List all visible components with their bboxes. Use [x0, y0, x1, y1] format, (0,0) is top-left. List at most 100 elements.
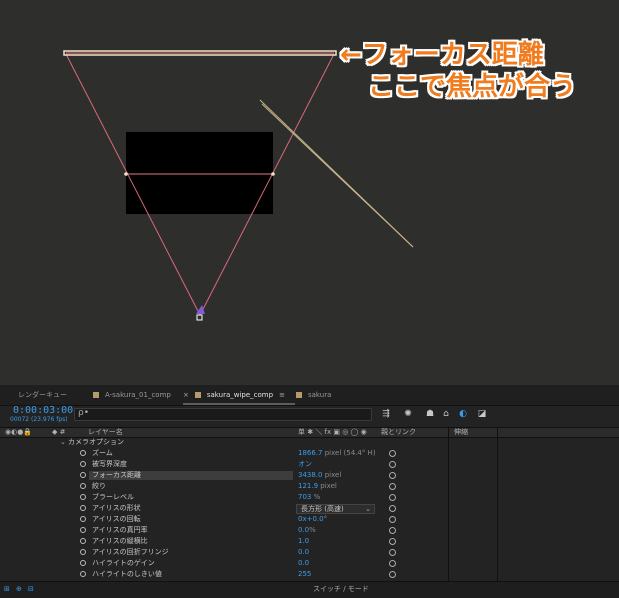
frame-blending-icon[interactable]: ⌂: [440, 408, 452, 420]
parent-link-header[interactable]: 親とリンク: [381, 428, 416, 437]
switches-icon[interactable]: ⊟: [28, 585, 34, 593]
value-unit: pixel: [322, 471, 342, 479]
stopwatch-icon[interactable]: [80, 560, 86, 566]
pickwhip-icon[interactable]: [389, 527, 396, 534]
stopwatch-icon[interactable]: [80, 516, 86, 522]
iris-shape-select[interactable]: 長方形 (高速) ⌄: [296, 504, 375, 514]
property-value[interactable]: 0.0: [298, 547, 309, 558]
property-row[interactable]: 被写界深度 オン: [0, 459, 497, 470]
column-divider: [497, 427, 498, 587]
stopwatch-icon[interactable]: [80, 571, 86, 577]
comp-options-icon[interactable]: ⊞: [4, 585, 10, 593]
tab-sakura-wipe-comp[interactable]: × sakura_wipe_comp ≡: [183, 388, 295, 405]
group-label: カメラオプション: [68, 438, 124, 446]
value-number[interactable]: 121.9: [298, 482, 318, 490]
property-row[interactable]: ハイライトのしきい値 255: [0, 569, 497, 580]
composition-viewer[interactable]: ←フォーカス距離 ここで焦点が合う: [0, 0, 619, 385]
graph-editor-icon[interactable]: ◪: [476, 408, 488, 420]
property-row[interactable]: ズーム 1866.7 pixel (54.4° H): [0, 448, 497, 459]
property-value[interactable]: 0.0%: [298, 525, 316, 536]
value-number[interactable]: 1866.7: [298, 449, 323, 457]
menu-icon[interactable]: ≡: [279, 391, 285, 399]
stopwatch-icon[interactable]: [80, 527, 86, 533]
value-number[interactable]: 0.0: [298, 559, 309, 567]
switch-mode-toggle[interactable]: スイッチ / モード: [313, 584, 369, 594]
stopwatch-icon[interactable]: [80, 472, 86, 478]
property-row[interactable]: 絞り 121.9 pixel: [0, 481, 497, 492]
camera-anchor-icon[interactable]: [196, 314, 203, 321]
tab-sakura[interactable]: sakura: [296, 388, 331, 402]
property-row[interactable]: ブラーレベル 703 %: [0, 492, 497, 503]
property-name: ハイライトのしきい値: [92, 570, 162, 578]
stretch-header[interactable]: 伸縮: [454, 428, 468, 437]
property-row[interactable]: ハイライトのゲイン 0.0: [0, 558, 497, 569]
composition-mini-flowchart-icon[interactable]: ⇶: [380, 408, 392, 420]
pickwhip-icon[interactable]: [389, 472, 396, 479]
close-icon[interactable]: ×: [183, 391, 189, 399]
current-timecode[interactable]: 0:00:03:00: [13, 405, 73, 416]
value-number[interactable]: 1.0: [298, 537, 309, 545]
property-value[interactable]: 3438.0 pixel: [298, 470, 341, 481]
property-value[interactable]: 0.0: [298, 558, 309, 569]
value-number[interactable]: オン: [298, 460, 312, 468]
property-row[interactable]: アイリスの回折フリンジ 0.0: [0, 547, 497, 558]
chevron-down-icon[interactable]: ⌄: [60, 437, 66, 448]
tab-a-sakura-01-comp[interactable]: A-sakura_01_comp: [93, 388, 171, 402]
pickwhip-icon[interactable]: [389, 494, 396, 501]
property-row[interactable]: アイリスの回転 0x+0.0°: [0, 514, 497, 525]
value-number[interactable]: 0.0: [298, 526, 309, 534]
pickwhip-icon[interactable]: [389, 461, 396, 468]
pickwhip-icon[interactable]: [389, 549, 396, 556]
property-value[interactable]: 1866.7 pixel (54.4° H): [298, 448, 376, 459]
value-number[interactable]: 703: [298, 493, 311, 501]
value-number[interactable]: 0x+0.0: [298, 515, 324, 523]
property-value[interactable]: 703 %: [298, 492, 320, 503]
value-number[interactable]: 0.0: [298, 548, 309, 556]
stopwatch-icon[interactable]: [80, 494, 86, 500]
label-icon: ◆ #: [52, 428, 66, 436]
shy-layers-icon[interactable]: ☗: [424, 408, 436, 420]
property-row[interactable]: フォーカス距離 3438.0 pixel: [0, 470, 497, 481]
motion-blur-icon[interactable]: ◐: [457, 408, 469, 420]
property-value[interactable]: オン: [298, 459, 312, 470]
property-value[interactable]: 121.9 pixel: [298, 481, 337, 492]
tab-render-queue[interactable]: レンダーキュー: [18, 388, 67, 402]
property-row[interactable]: アイリスの縦横比 1.0: [0, 536, 497, 547]
modes-icon[interactable]: ⊕: [16, 585, 22, 593]
pickwhip-icon[interactable]: [389, 571, 396, 578]
group-camera-options[interactable]: ⌄ カメラオプション: [0, 437, 497, 448]
layer-search-input[interactable]: ρ•: [74, 408, 372, 421]
stopwatch-icon[interactable]: [80, 450, 86, 456]
stopwatch-icon[interactable]: [80, 538, 86, 544]
property-value[interactable]: 1.0: [298, 536, 309, 547]
stopwatch-icon[interactable]: [80, 483, 86, 489]
property-name: ブラーレベル: [92, 493, 134, 501]
value-number[interactable]: 255: [298, 570, 311, 578]
property-name: アイリスの真円率: [92, 526, 148, 534]
pickwhip-icon[interactable]: [389, 538, 396, 545]
property-name: 被写界深度: [92, 460, 127, 468]
stopwatch-icon[interactable]: [80, 461, 86, 467]
pickwhip-icon[interactable]: [389, 516, 396, 523]
frame-rate: 00072 (23.976 fps): [10, 416, 68, 423]
stopwatch-icon[interactable]: [80, 549, 86, 555]
stopwatch-icon[interactable]: [80, 505, 86, 511]
value-number[interactable]: 3438.0: [298, 471, 323, 479]
pickwhip-icon[interactable]: [389, 560, 396, 567]
solid-layer[interactable]: [126, 132, 273, 214]
property-value[interactable]: 0x+0.0°: [298, 514, 327, 525]
pickwhip-icon[interactable]: [389, 505, 396, 512]
pickwhip-icon[interactable]: [389, 483, 396, 490]
property-row[interactable]: アイリスの真円率 0.0%: [0, 525, 497, 536]
value-unit: pixel: [318, 482, 337, 490]
pickwhip-icon[interactable]: [389, 450, 396, 457]
layer-name-header[interactable]: レイヤー名: [88, 428, 123, 437]
draft-3d-icon[interactable]: ✺: [402, 408, 414, 420]
property-row[interactable]: アイリスの形状 長方形 (高速) ⌄: [0, 503, 497, 514]
tab-label: レンダーキュー: [18, 391, 67, 399]
property-value[interactable]: 255: [298, 569, 311, 580]
value-unit: %: [309, 526, 316, 534]
timeline-footer: ⊞ ⊕ ⊟ スイッチ / モード: [0, 581, 619, 598]
property-name: アイリスの回転: [92, 515, 141, 523]
motion-path-b: [261, 103, 414, 248]
